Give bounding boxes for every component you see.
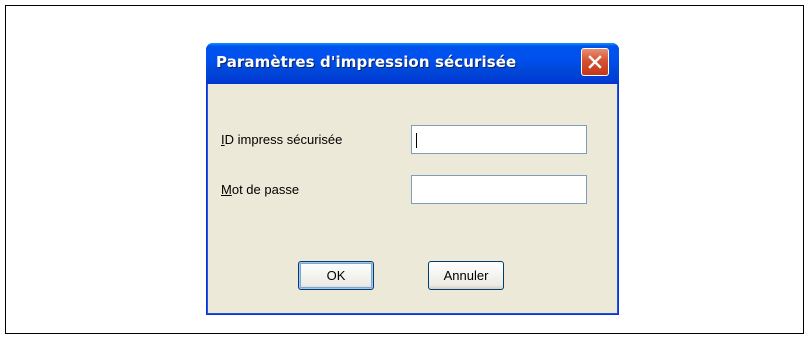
- screenshot-frame: Paramètres d'impression sécurisée ID imp…: [5, 5, 804, 334]
- cancel-button[interactable]: Annuler: [428, 261, 504, 290]
- dialog-titlebar[interactable]: Paramètres d'impression sécurisée: [206, 43, 619, 84]
- ok-button[interactable]: OK: [298, 261, 374, 290]
- password-input[interactable]: [411, 175, 587, 204]
- close-button[interactable]: [581, 48, 609, 76]
- close-icon: [588, 55, 602, 69]
- password-label-mnemonic: M: [221, 182, 232, 197]
- secure-id-label: ID impress sécurisée: [221, 132, 342, 147]
- password-label: Mot de passe: [221, 182, 299, 197]
- text-caret: [416, 133, 417, 148]
- secure-id-label-text: D impress sécurisée: [224, 132, 343, 147]
- dialog-title: Paramètres d'impression sécurisée: [216, 53, 517, 71]
- password-label-text: ot de passe: [231, 182, 300, 197]
- secure-print-dialog: Paramètres d'impression sécurisée ID imp…: [206, 43, 619, 315]
- secure-id-input[interactable]: [411, 125, 587, 154]
